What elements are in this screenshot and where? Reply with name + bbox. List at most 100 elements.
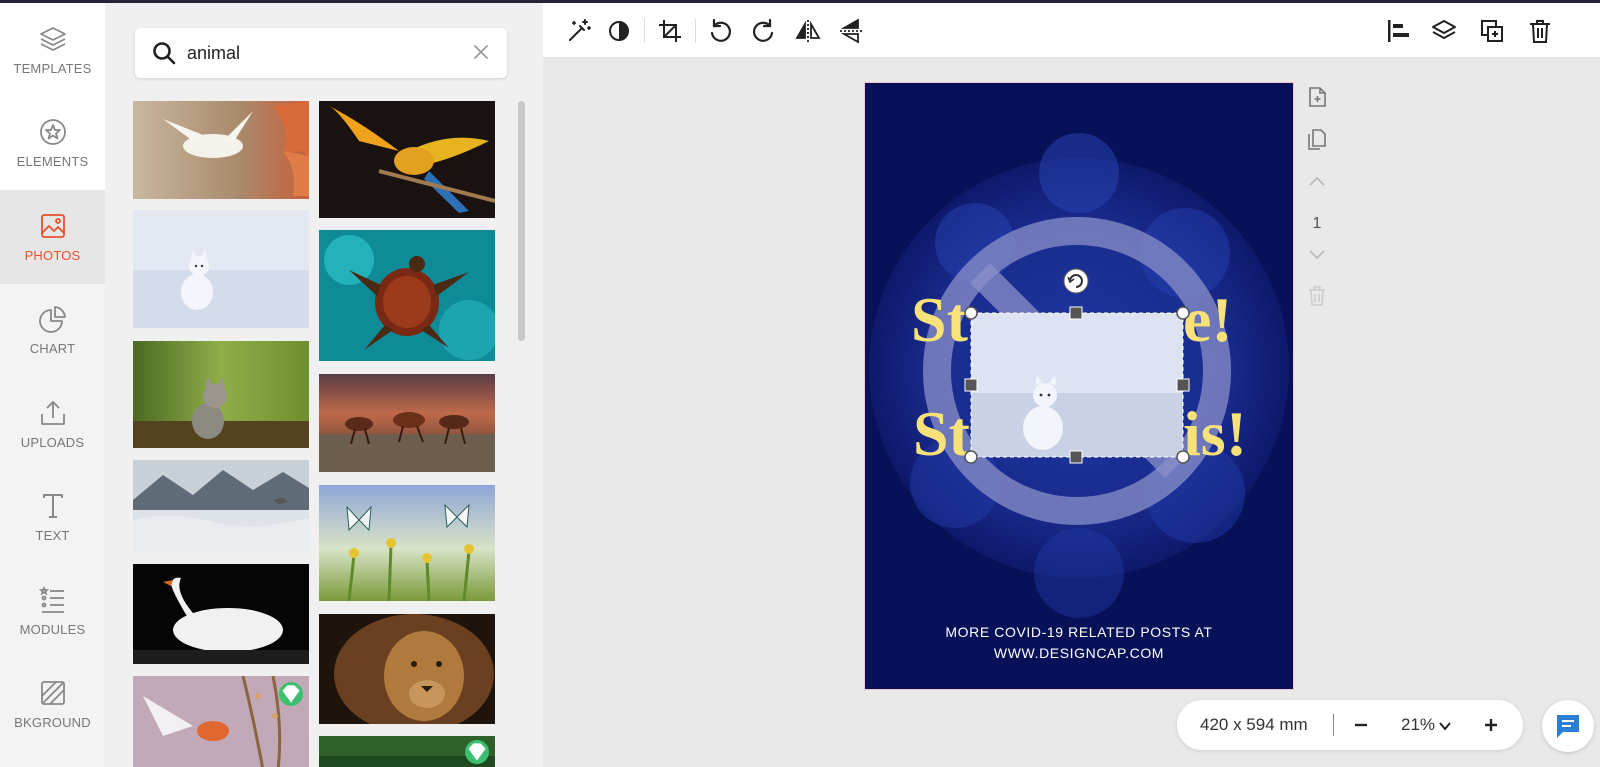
copy-page-icon [1308, 129, 1326, 150]
poster-artwork: St e! St is! [865, 83, 1293, 689]
contrast-icon [609, 21, 629, 41]
sidebar-item-photos[interactable]: PHOTOS [0, 190, 105, 284]
search-box[interactable] [135, 28, 507, 78]
add-page-icon [1309, 87, 1326, 107]
search-input[interactable] [187, 42, 467, 64]
rotate-left-icon [710, 18, 732, 42]
zoom-level-dropdown[interactable]: 21% [1401, 715, 1452, 735]
layers-icon [39, 26, 66, 51]
delete-button[interactable] [1526, 17, 1554, 45]
image-icon [40, 213, 65, 238]
photo-kitten[interactable] [133, 341, 309, 448]
page-up-button[interactable] [1305, 170, 1329, 194]
close-icon[interactable] [471, 42, 491, 62]
crop-icon [659, 20, 681, 42]
sidebar-item-label: BKGROUND [14, 715, 91, 731]
toolbar-divider [695, 19, 696, 43]
toolbar-divider [644, 19, 645, 43]
diamond-icon [282, 685, 300, 703]
headline-line2-right: is! [1183, 398, 1247, 469]
chat-button[interactable] [1542, 700, 1594, 752]
add-page-button[interactable] [1305, 85, 1329, 109]
photo-dove[interactable] [133, 101, 309, 199]
zoom-level-value: 21% [1401, 715, 1436, 734]
plus-icon[interactable] [1479, 713, 1503, 737]
sidebar-item-chart[interactable]: CHART [0, 284, 105, 378]
headline-line1-left: St [911, 284, 969, 355]
premium-badge [465, 740, 489, 764]
premium-badge [279, 682, 303, 706]
background-icon [40, 681, 65, 706]
page-number: 1 [1312, 215, 1322, 232]
text-icon [42, 494, 63, 519]
minus-icon[interactable] [1349, 713, 1373, 737]
magic-wand-button[interactable] [565, 17, 593, 45]
photo-swan[interactable] [133, 564, 309, 664]
list-icon [38, 585, 64, 613]
delete-page-button[interactable] [1305, 284, 1329, 308]
sidebar-item-label: PHOTOS [24, 247, 81, 263]
photo-green-nature[interactable] [319, 736, 495, 767]
sidebar-nav: TEMPLATES ELEMENTS PHOTOS CHART UPLOADS … [0, 3, 105, 767]
sidebar-item-background[interactable]: BKGROUND [0, 658, 105, 752]
photo-bird[interactable] [133, 676, 309, 767]
chat-icon [1557, 715, 1579, 738]
footer-line-2: WWW.DESIGNCAP.COM [993, 645, 1165, 661]
sidebar-item-elements[interactable]: ELEMENTS [0, 96, 105, 190]
photo-horses[interactable] [319, 374, 495, 472]
sidebar-item-templates[interactable]: TEMPLATES [0, 3, 105, 97]
star-badge-icon [39, 119, 66, 146]
crop-button[interactable] [656, 17, 684, 45]
panel-scrollbar[interactable] [518, 101, 525, 341]
sidebar-item-text[interactable]: TEXT [0, 471, 105, 565]
duplicate-button[interactable] [1478, 17, 1506, 45]
toolbar [543, 3, 1600, 58]
diamond-icon [468, 743, 486, 761]
layers-button[interactable] [1430, 17, 1458, 45]
delete-page-icon [1309, 286, 1325, 306]
headline-line2-left: St [913, 398, 971, 469]
photo-lion[interactable] [319, 614, 495, 724]
flip-horizontal-icon [795, 20, 821, 42]
photo-misty-mountains[interactable] [133, 460, 309, 552]
sidebar-item-label: TEMPLATES [13, 60, 92, 76]
align-button[interactable] [1384, 17, 1412, 45]
design-page[interactable]: St e! St is! MORE COVID-19 RELATED POSTS… [864, 82, 1294, 690]
delete-icon [1530, 20, 1550, 43]
sidebar-item-label: UPLOADS [20, 434, 85, 450]
sidebar-item-uploads[interactable]: UPLOADS [0, 377, 105, 471]
rotate-right-button[interactable] [750, 17, 778, 45]
chevron-down-icon [1439, 721, 1451, 731]
sidebar-item-label: CHART [29, 341, 76, 357]
footer-line-1: MORE COVID-19 RELATED POSTS AT [945, 624, 1213, 640]
flip-vertical-button[interactable] [837, 17, 865, 45]
sidebar-item-label: ELEMENTS [16, 154, 89, 170]
rotate-left-button[interactable] [706, 17, 734, 45]
rotate-handle[interactable] [1063, 268, 1089, 294]
page-dimensions: 420 x 594 mm [1200, 715, 1308, 734]
photo-sea-turtle[interactable] [319, 230, 495, 361]
page-down-button[interactable] [1305, 242, 1329, 266]
copy-page-button[interactable] [1305, 128, 1329, 152]
sidebar-item-label: MODULES [19, 621, 86, 637]
flip-vertical-icon [840, 18, 862, 44]
sidebar-item-modules[interactable]: MODULES [0, 564, 105, 658]
search-icon[interactable] [151, 40, 177, 66]
zoom-divider [1333, 714, 1334, 736]
pie-chart-icon [38, 306, 66, 334]
canvas-area: St e! St is! MORE COVID-19 RELATED POSTS… [543, 58, 1600, 767]
upload-icon [40, 400, 65, 425]
headline-line1-right: e! [1183, 284, 1233, 355]
page-down-icon [1309, 250, 1325, 260]
sidebar-item-label: TEXT [35, 528, 70, 544]
contrast-button[interactable] [605, 17, 633, 45]
flip-horizontal-button[interactable] [794, 17, 822, 45]
magic-wand-icon [569, 19, 591, 41]
photo-macaw[interactable] [319, 101, 495, 218]
photo-arctic-fox[interactable] [133, 210, 309, 328]
selected-photo[interactable] [970, 312, 1184, 458]
photos-panel [105, 3, 543, 767]
align-icon [1388, 20, 1409, 42]
page-up-icon [1309, 176, 1325, 186]
photo-butterflies[interactable] [319, 485, 495, 601]
